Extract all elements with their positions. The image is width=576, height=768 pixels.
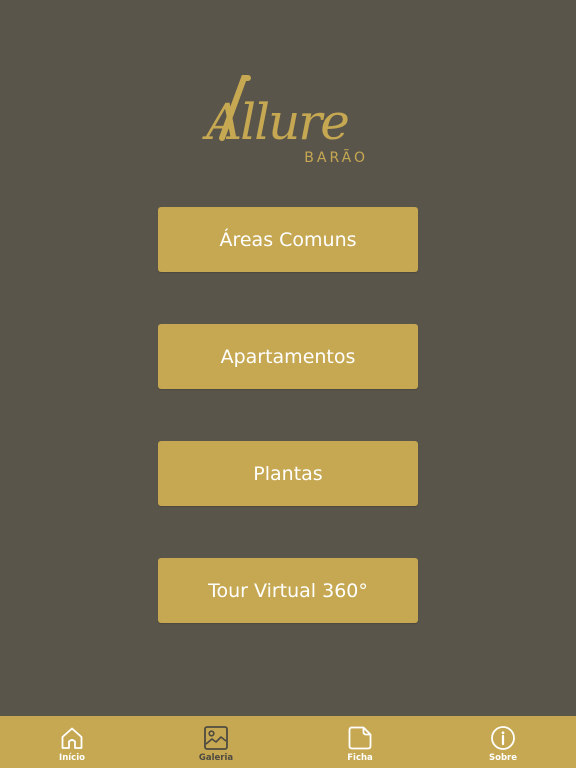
gallery-icon <box>204 726 228 750</box>
plantas-button[interactable]: Plantas <box>158 441 418 506</box>
brand-logo: Allure BARÃO <box>0 72 576 172</box>
areas-comuns-button[interactable]: Áreas Comuns <box>158 207 418 272</box>
apartamentos-label: Apartamentos <box>220 345 356 368</box>
tab-inicio[interactable]: Início <box>32 716 112 768</box>
tab-inicio-label: Início <box>59 753 85 763</box>
tab-sobre-label: Sobre <box>488 753 517 763</box>
app-screen: Allure BARÃO Áreas Comuns Apartamentos P… <box>0 0 576 768</box>
tab-ficha[interactable]: Ficha <box>320 716 400 768</box>
home-icon <box>61 727 83 749</box>
allure-logo-mark: Allure BARÃO <box>202 75 368 166</box>
brand-subtitle: BARÃO <box>304 149 368 166</box>
info-icon <box>491 726 515 750</box>
tab-galeria-label: Galeria <box>198 753 234 763</box>
tab-ficha-label: Ficha <box>347 753 373 763</box>
brand-name: Allure <box>202 93 348 151</box>
areas-comuns-label: Áreas Comuns <box>219 228 357 251</box>
main-menu: Áreas Comuns Apartamentos Plantas Tour V… <box>158 207 418 675</box>
apartamentos-button[interactable]: Apartamentos <box>158 324 418 389</box>
tab-sobre[interactable]: Sobre <box>463 716 543 768</box>
tour-virtual-label: Tour Virtual 360° <box>208 579 368 602</box>
tour-virtual-button[interactable]: Tour Virtual 360° <box>158 558 418 623</box>
document-icon <box>348 726 372 750</box>
tab-bar: Início Galeria Ficha Sobre <box>0 716 576 768</box>
plantas-label: Plantas <box>253 462 323 485</box>
tab-galeria[interactable]: Galeria <box>176 716 256 768</box>
